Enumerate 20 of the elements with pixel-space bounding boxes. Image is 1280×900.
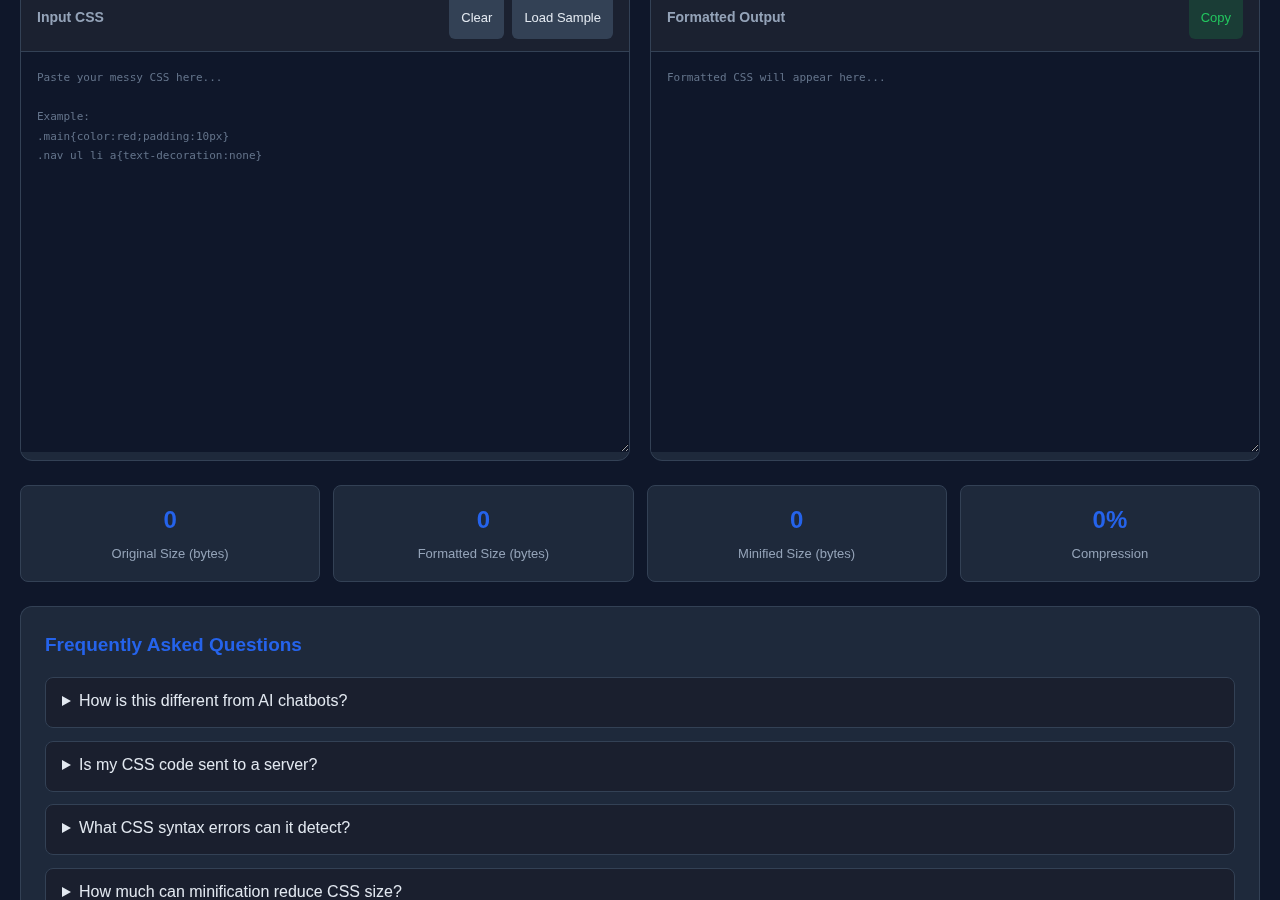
css-input-field[interactable]: Paste your messy CSS here... Example: .main{color:red;padding:10px} .nav ul li a{text-decoration:none} [21, 52, 629, 452]
panel-title: Formatted Output [667, 9, 786, 25]
stat-value: 0% [1092, 506, 1128, 534]
action-button[interactable]: Clear [449, 0, 505, 39]
stat-value: 0 [163, 506, 177, 534]
faq-question[interactable]: Is my CSS code sent to a server? [45, 740, 1235, 792]
stat-label: Formatted Size (bytes) [417, 546, 550, 561]
action-button[interactable]: Load Sample [512, 0, 613, 39]
stat-value: 0 [789, 506, 804, 534]
copy-button[interactable]: Copy [1188, 0, 1243, 39]
faq-title: Frequently Asked Questions [45, 633, 303, 657]
stat-value: 0 [476, 506, 491, 534]
panel-title: Input CSS [37, 9, 104, 25]
faq-question[interactable]: What CSS syntax errors can it detect? [45, 804, 1235, 856]
stat-label: Original Size (bytes) [111, 546, 229, 561]
faq-question[interactable]: How is this different from AI chatbots? [45, 677, 1235, 728]
faq-question[interactable]: How much can minification reduce CSS size? [45, 867, 1235, 900]
stat-label: Compression [1071, 546, 1149, 561]
stat-label: Minified Size (bytes) [738, 546, 856, 561]
css-output-field[interactable]: Formatted CSS will appear here... [651, 52, 1259, 452]
